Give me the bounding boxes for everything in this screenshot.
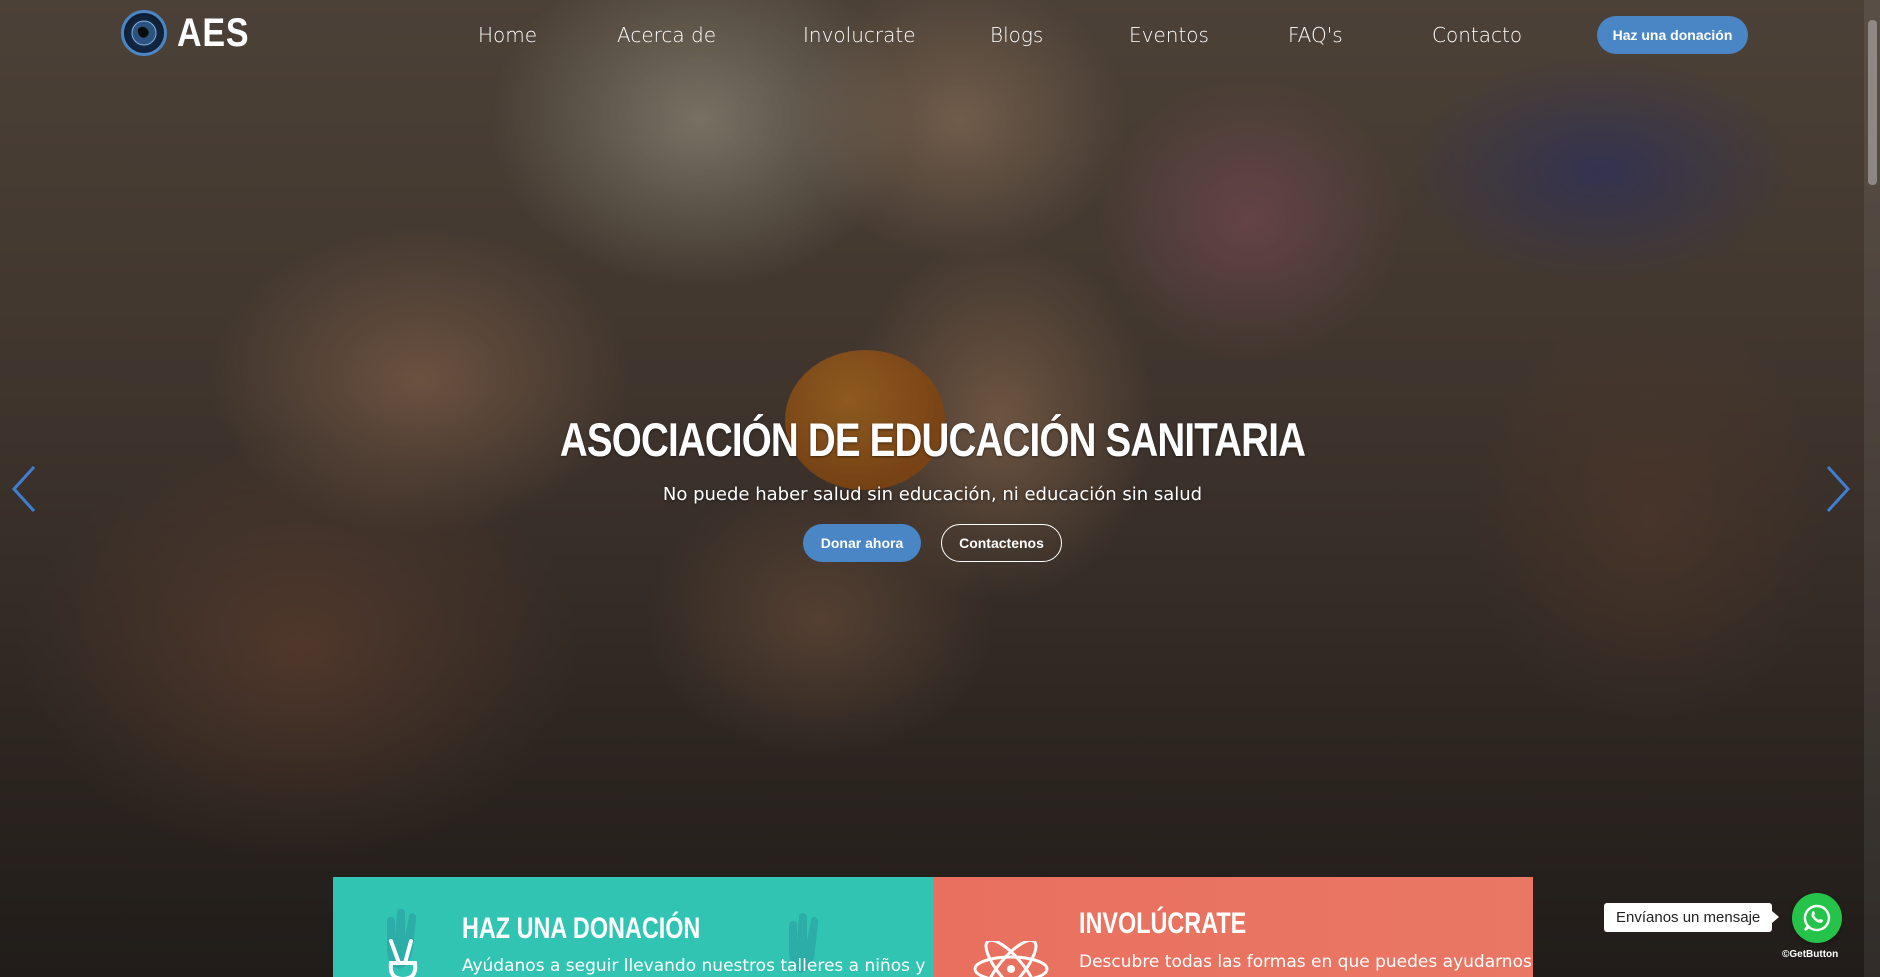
nav-item-home[interactable]: Home <box>466 18 549 52</box>
donation-card-text: Ayúdanos a seguir llevando nuestros tall… <box>462 956 926 976</box>
contact-us-button[interactable]: Contactenos <box>941 524 1062 562</box>
peace-hand-icon <box>388 939 418 977</box>
getbutton-brand[interactable]: ©GetButton <box>1782 949 1838 960</box>
hero-subtitle: No puede haber salud sin educación, ni e… <box>662 484 1203 505</box>
nav-item-contacto[interactable]: Contacto <box>1432 18 1522 52</box>
whatsapp-message-bubble[interactable]: Envíanos un mensaje <box>1604 903 1780 932</box>
whatsapp-button[interactable] <box>1792 893 1842 943</box>
getbutton-brand-label: GetButton <box>1789 949 1839 960</box>
scrollbar-thumb[interactable] <box>1868 20 1877 185</box>
hero-title: ASOCIACIÓN DE EDUCACIÓN SANITARIA <box>559 413 1306 466</box>
nav-item-acerca-de[interactable]: Acerca de <box>617 18 716 52</box>
get-involved-card[interactable]: INVOLÚCRATE Descubre todas las formas en… <box>933 877 1533 977</box>
donation-card-title: HAZ UNA DONACIÓN <box>462 912 701 945</box>
nav-item-faqs[interactable]: FAQ's <box>1288 18 1343 52</box>
site-logo[interactable]: AES <box>121 10 262 56</box>
donation-card[interactable]: HAZ UNA DONACIÓN Ayúdanos a seguir lleva… <box>333 877 933 977</box>
atom-icon <box>973 941 1049 977</box>
logo-text: AES <box>177 10 250 55</box>
donate-now-button[interactable]: Donar ahora <box>803 524 921 562</box>
nav-item-involucrate[interactable]: Involucrate <box>803 18 916 52</box>
nav-item-blogs[interactable]: Blogs <box>990 18 1043 52</box>
page: AES Home Acerca de Involucrate Blogs Eve… <box>0 0 1880 977</box>
whatsapp-icon <box>1803 904 1831 932</box>
site-header: AES Home Acerca de Involucrate Blogs Eve… <box>0 0 1880 70</box>
get-involved-card-text: Descubre todas las formas en que puedes … <box>1079 952 1533 972</box>
logo-globe-icon <box>121 10 167 56</box>
header-donate-button[interactable]: Haz una donación <box>1597 16 1748 54</box>
get-involved-card-title: INVOLÚCRATE <box>1079 907 1247 940</box>
nav-item-eventos[interactable]: Eventos <box>1129 18 1209 52</box>
page-scrollbar[interactable] <box>1864 0 1880 977</box>
